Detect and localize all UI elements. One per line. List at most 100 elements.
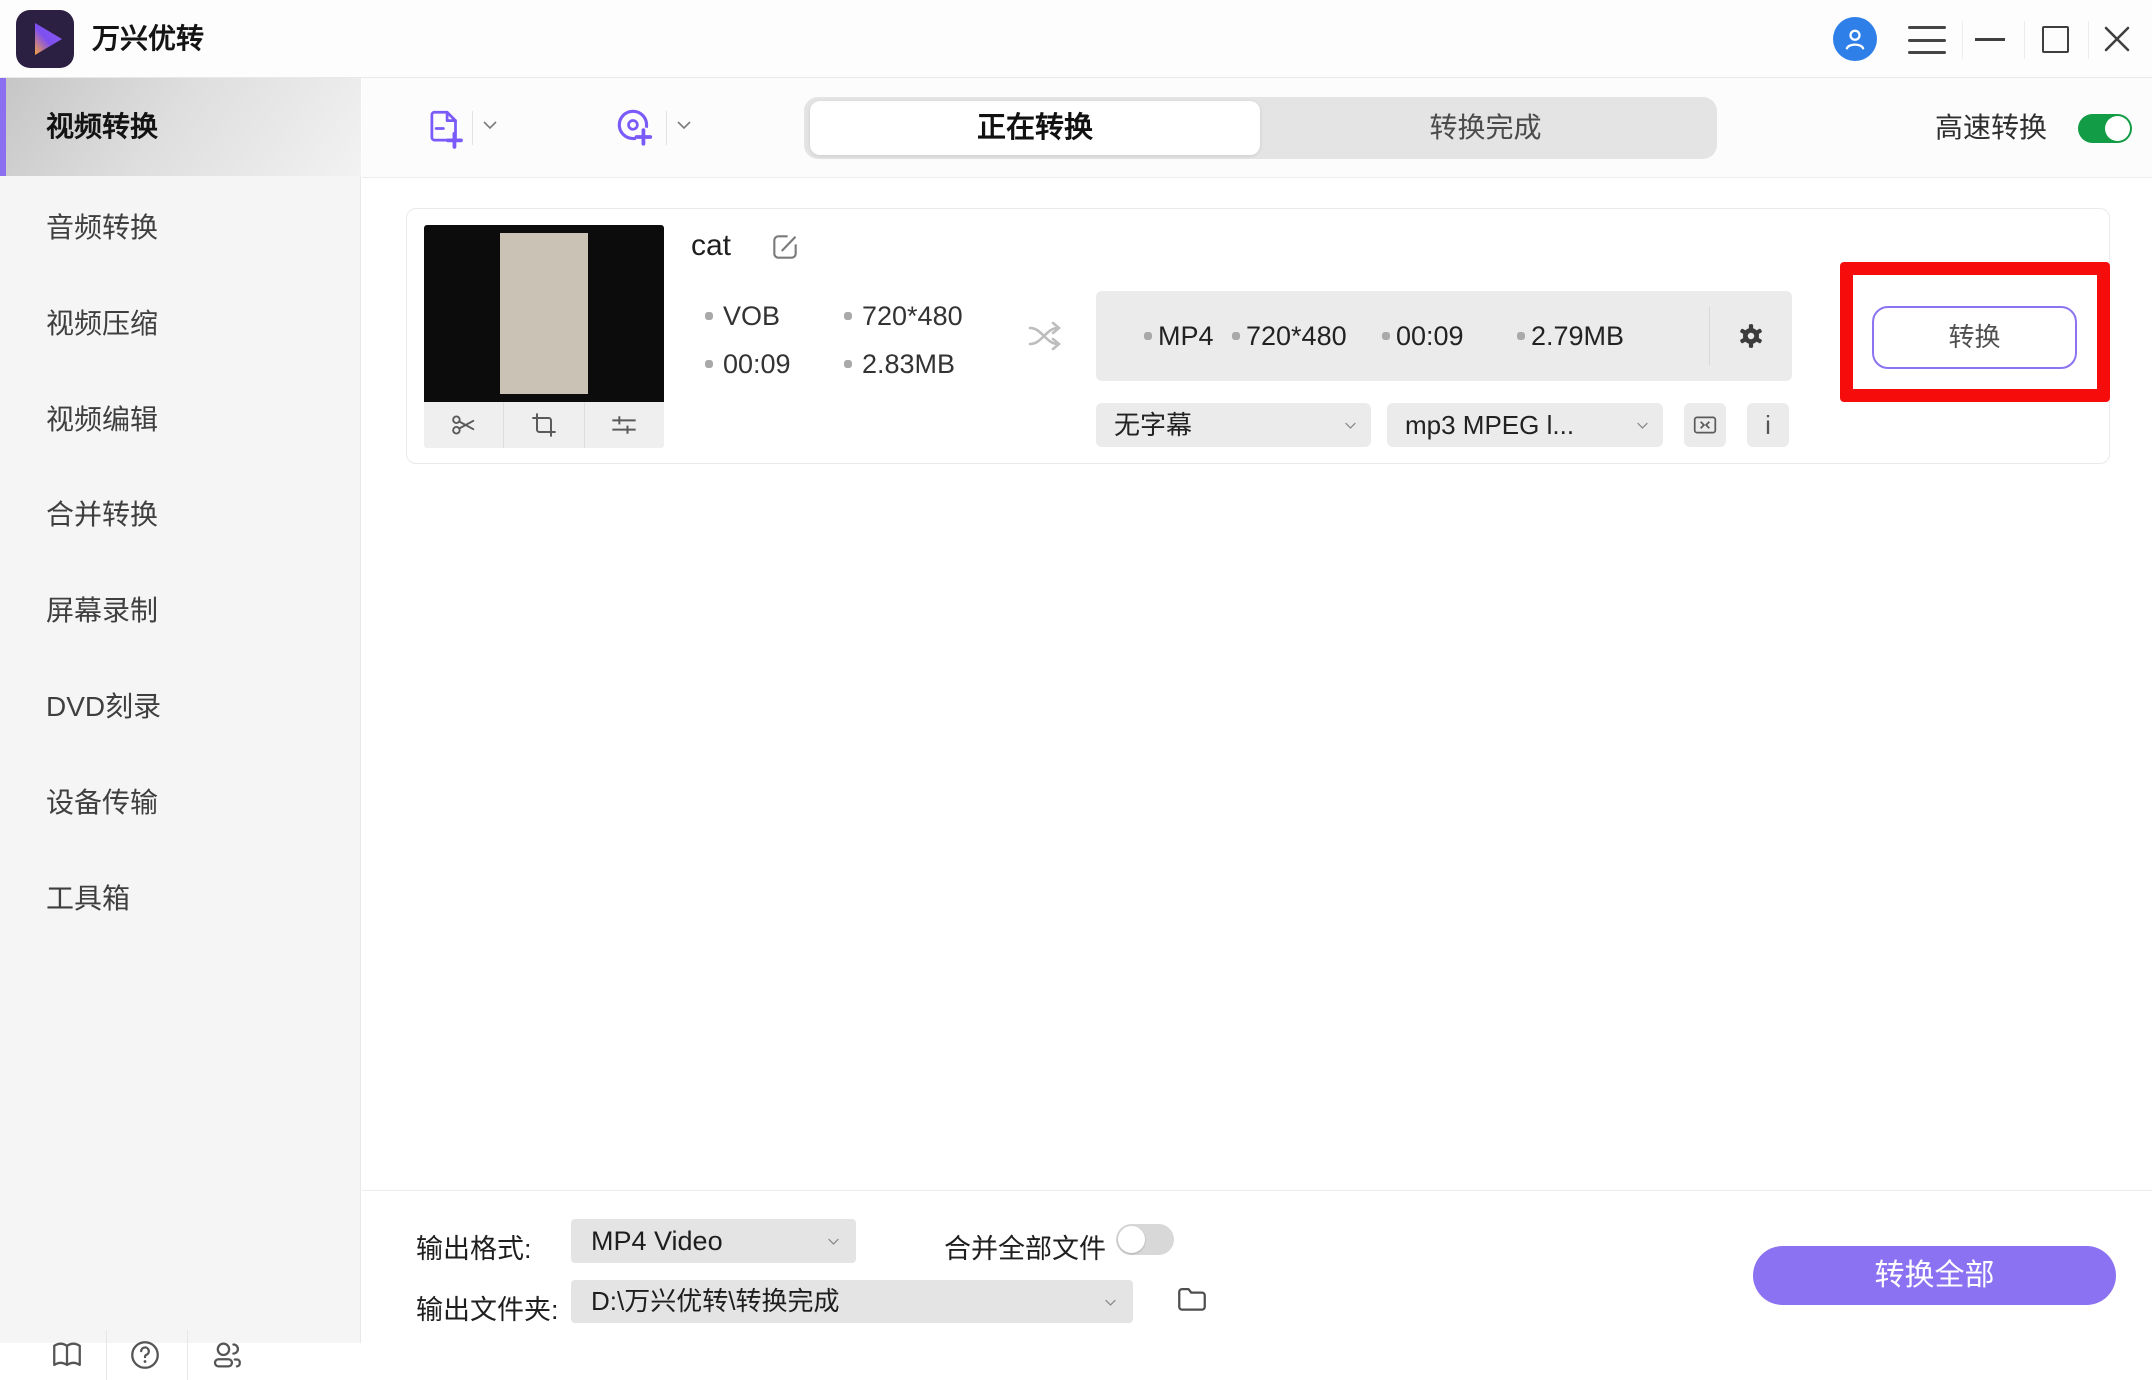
bullet [705, 312, 713, 320]
compress-button[interactable] [1684, 403, 1726, 447]
trim-button[interactable] [424, 402, 503, 448]
sidebar-item-audio-convert[interactable]: 音频转换 [0, 180, 361, 276]
add-disc-dropdown-arrow[interactable] [676, 120, 692, 130]
subtitle-select-value: 无字幕 [1114, 410, 1193, 440]
titlebar-divider [2024, 21, 2025, 59]
open-folder-button[interactable] [1175, 1282, 1211, 1318]
sidebar-item-toolbox[interactable]: 工具箱 [0, 851, 361, 947]
effects-button[interactable] [583, 402, 664, 448]
bullet [1382, 332, 1390, 340]
minimize-button[interactable] [1975, 38, 2005, 41]
account-button[interactable] [1833, 17, 1877, 61]
bullet [1232, 332, 1240, 340]
toolbar: 正在转换 转换完成 高速转换 [362, 78, 2152, 178]
bullet [1144, 332, 1152, 340]
sidebar-footer-divider [187, 1330, 188, 1380]
chevron-down-icon [1345, 422, 1356, 429]
book-icon [53, 1342, 81, 1367]
app-logo-icon [16, 10, 74, 68]
high-speed-label: 高速转换 [1934, 112, 2047, 143]
output-folder-select-value: D:\万兴优转\转换完成 [591, 1286, 840, 1316]
bullet [844, 312, 852, 320]
video-thumbnail [424, 225, 664, 402]
people-icon [213, 1342, 241, 1368]
sidebar-item-merge-convert[interactable]: 合并转换 [0, 467, 361, 563]
info-button[interactable]: i [1747, 403, 1789, 447]
titlebar-divider [2088, 21, 2089, 59]
rename-icon[interactable] [769, 231, 803, 265]
convert-all-button[interactable]: 转换全部 [1753, 1246, 2116, 1305]
source-duration: 00:09 [723, 349, 791, 379]
folder-icon [1178, 1287, 1206, 1311]
help-button[interactable] [128, 1338, 162, 1372]
sidebar-item-device-transfer[interactable]: 设备传输 [0, 755, 361, 851]
sidebar-item-video-convert[interactable]: 视频转换 [0, 78, 361, 176]
output-format-select-value: MP4 Video [591, 1226, 723, 1256]
person-icon [1845, 29, 1865, 50]
bullet [705, 360, 713, 368]
settings-button[interactable] [1736, 321, 1766, 351]
source-size: 2.83MB [862, 349, 956, 379]
task-card: cat VOB 720*480 00:09 2.83MB MP4 720*480… [406, 208, 2110, 464]
close-button[interactable] [2102, 24, 2132, 54]
file-name: cat [691, 229, 732, 262]
chevron-down-icon [677, 121, 691, 130]
output-duration: 00:09 [1396, 321, 1464, 351]
titlebar-divider [1962, 21, 1963, 59]
sidebar-item-video-edit[interactable]: 视频编辑 [0, 372, 361, 468]
thumbnail-toolbar [424, 402, 664, 448]
maximize-button[interactable] [2042, 26, 2069, 53]
output-summary-box: MP4 720*480 00:09 2.79MB [1096, 291, 1792, 381]
scissors-icon [451, 415, 474, 435]
bullet [844, 360, 852, 368]
crop-icon [532, 413, 556, 437]
add-file-icon [430, 110, 463, 149]
outbox-divider [1709, 307, 1710, 365]
info-icon: i [1765, 409, 1771, 440]
tab-finished[interactable]: 转换完成 [1260, 97, 1711, 159]
source-format: VOB [723, 301, 781, 331]
menu-icon[interactable] [1908, 26, 1946, 54]
crop-button[interactable] [503, 402, 583, 448]
help-icon [131, 1341, 159, 1369]
app-title: 万兴优转 [92, 23, 205, 54]
gear-icon [1740, 324, 1762, 348]
audio-track-select-value: mp3 MPEG l... [1405, 410, 1575, 440]
toggle-knob [2105, 116, 2130, 141]
output-format-label: 输出格式: [416, 1234, 532, 1264]
community-button[interactable] [210, 1338, 244, 1372]
audio-track-select[interactable]: mp3 MPEG l... [1387, 403, 1663, 447]
add-disc-icon [617, 109, 654, 146]
merge-all-toggle[interactable] [1116, 1224, 1174, 1255]
convert-button[interactable]: 转换 [1872, 306, 2077, 369]
sidebar-item-dvd-burn[interactable]: DVD刻录 [0, 659, 361, 755]
toggle-knob [1118, 1226, 1145, 1253]
subtitle-select[interactable]: 无字幕 [1096, 403, 1371, 447]
chevron-down-icon [483, 121, 497, 130]
tab-converting[interactable]: 正在转换 [810, 101, 1260, 155]
merge-all-label: 合并全部文件 [944, 1234, 1106, 1264]
bullet [1517, 332, 1525, 340]
footer-divider [362, 1190, 2152, 1191]
sidebar: 视频转换 音频转换 视频压缩 视频编辑 合并转换 屏幕录制 DVD刻录 设备传输… [0, 78, 361, 1380]
cat-video-frame [500, 233, 588, 394]
output-format: MP4 [1158, 321, 1214, 351]
sliders-icon [612, 416, 636, 434]
shuffle-arrows-icon [1024, 312, 1072, 360]
add-file-dropdown-arrow[interactable] [482, 120, 498, 130]
add-file-button[interactable] [424, 107, 466, 149]
toolbar-divider [666, 111, 667, 145]
chevron-down-icon [1105, 1299, 1116, 1306]
output-folder-label: 输出文件夹: [416, 1295, 559, 1325]
chevron-down-icon [828, 1238, 839, 1245]
sidebar-item-video-compress[interactable]: 视频压缩 [0, 276, 361, 372]
output-folder-select[interactable]: D:\万兴优转\转换完成 [571, 1280, 1133, 1323]
user-guide-button[interactable] [50, 1338, 84, 1372]
output-size: 2.79MB [1531, 321, 1625, 351]
high-speed-toggle[interactable] [2078, 114, 2132, 143]
titlebar: 万兴优转 [0, 0, 2152, 78]
toolbar-divider [472, 111, 473, 145]
add-disc-button[interactable] [612, 105, 656, 149]
output-format-select[interactable]: MP4 Video [571, 1219, 856, 1263]
sidebar-item-screen-record[interactable]: 屏幕录制 [0, 563, 361, 659]
